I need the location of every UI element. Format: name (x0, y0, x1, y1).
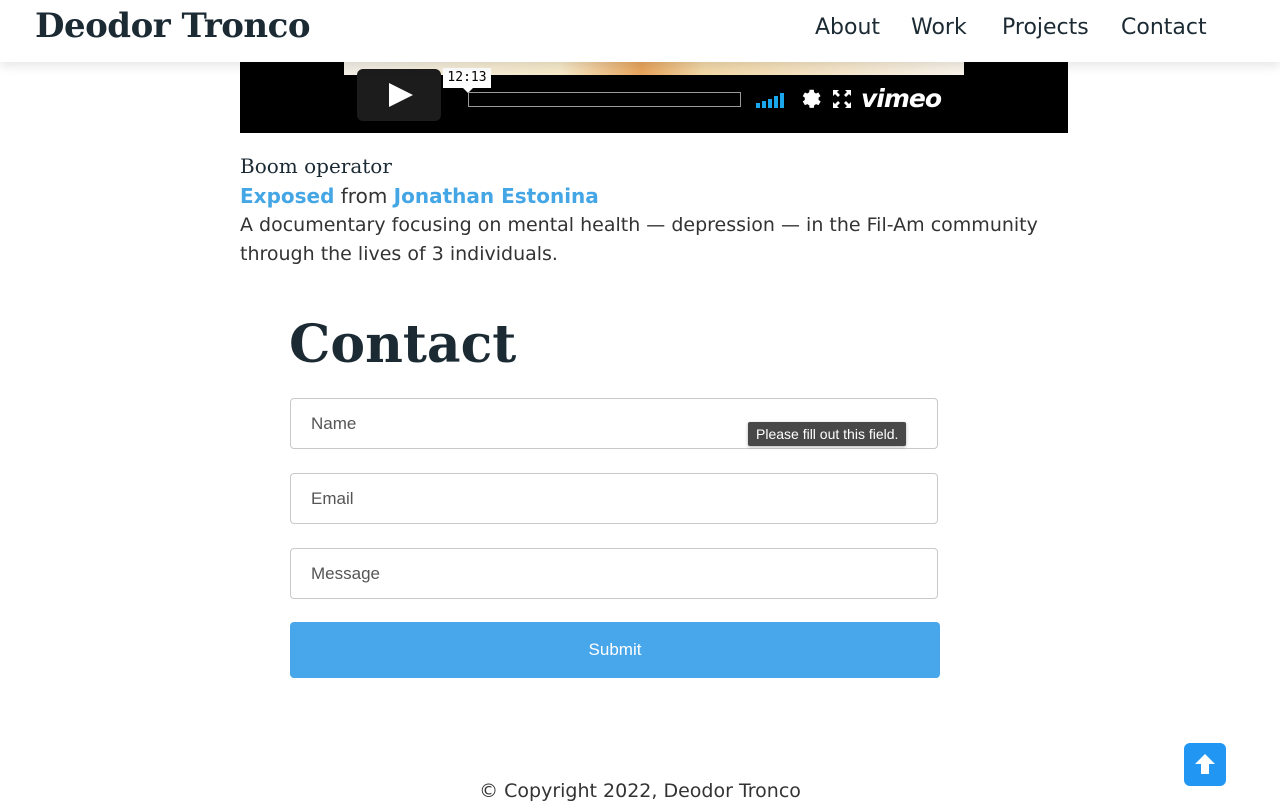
credit-role: Boom operator (240, 154, 392, 178)
volume-icon[interactable] (756, 93, 788, 108)
message-input[interactable] (290, 548, 938, 599)
from-text: from (340, 184, 388, 208)
nav-work[interactable]: Work (911, 14, 967, 42)
main-nav: About Work Projects Contact (0, 14, 1280, 44)
nav-contact[interactable]: Contact (1121, 14, 1207, 42)
nav-projects[interactable]: Projects (1002, 14, 1089, 42)
vimeo-logo[interactable]: vimeo (861, 84, 942, 113)
contact-heading: Contact (289, 314, 517, 375)
film-description: A documentary focusing on mental health … (240, 214, 1038, 265)
film-title-link[interactable]: Exposed (240, 184, 334, 208)
fullscreen-icon[interactable] (832, 89, 852, 109)
arrow-up-icon (1195, 754, 1215, 774)
site-header: Deodor Tronco About Work Projects Contac… (0, 0, 1280, 62)
settings-gear-icon[interactable] (799, 86, 823, 110)
validation-tooltip: Please fill out this field. (748, 422, 907, 446)
nav-about[interactable]: About (815, 14, 880, 42)
video-progress-bar[interactable] (468, 92, 741, 107)
email-input[interactable] (290, 473, 938, 524)
footer-copyright: © Copyright 2022, Deodor Tronco (479, 780, 801, 802)
play-icon (389, 83, 413, 107)
author-link[interactable]: Jonathan Estonina (394, 184, 599, 208)
submit-button[interactable]: Submit (290, 622, 940, 678)
play-button[interactable] (357, 69, 441, 121)
video-timestamp: 12:13 (443, 68, 491, 93)
credit-line: Exposed from Jonathan Estonina (240, 184, 599, 208)
